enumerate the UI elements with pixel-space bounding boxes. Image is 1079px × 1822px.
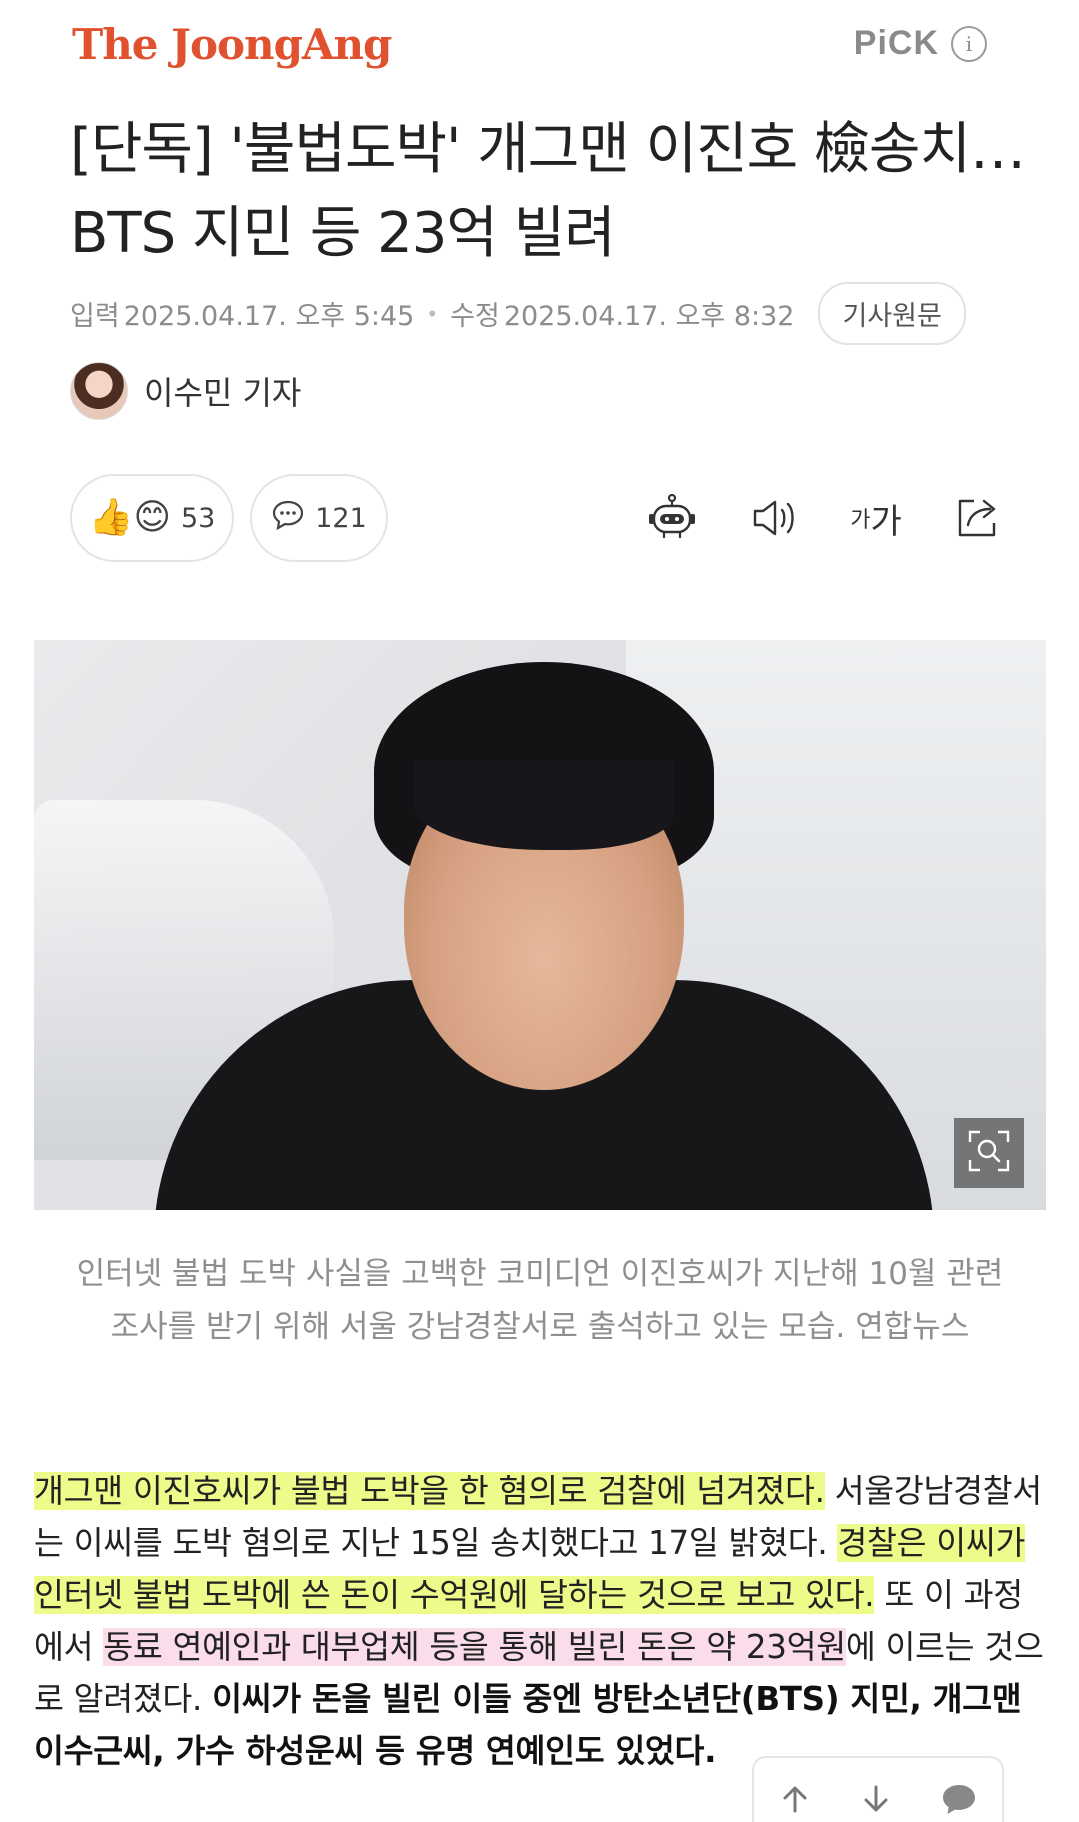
- text-to-speech-button[interactable]: [744, 488, 804, 548]
- author-name[interactable]: 이수민 기자: [144, 368, 301, 414]
- zoom-icon: [966, 1128, 1012, 1178]
- site-logo[interactable]: The JoongAng: [72, 20, 392, 69]
- input-time: 2025.04.17. 오후 5:45: [123, 301, 415, 332]
- reaction-button[interactable]: 👍😊 53: [70, 474, 234, 562]
- floating-navigation: [752, 1756, 1004, 1822]
- font-size-button[interactable]: 가가: [846, 488, 906, 548]
- scroll-down-icon[interactable]: [858, 1781, 894, 1821]
- photo-caption: 인터넷 불법 도박 사실을 고백한 코미디언 이진호씨가 지난해 10월 관련 …: [76, 1256, 1004, 1345]
- article-action-bar: 👍😊 53 121 가가: [70, 474, 1010, 564]
- scroll-up-icon[interactable]: [777, 1781, 813, 1821]
- font-size-small-label: 가: [850, 508, 871, 533]
- app-header: The JoongAng PiCK i: [0, 0, 1079, 92]
- comment-button[interactable]: 121: [250, 474, 388, 562]
- article-highlight-3: 동료 연예인과 대부업체 등을 통해 빌린 돈은 약 23억원: [103, 1628, 846, 1666]
- pick-label: PiCK: [853, 24, 939, 62]
- modified-time: 2025.04.17. 오후 8:32: [503, 301, 795, 332]
- comment-count: 121: [315, 502, 367, 534]
- comment-icon: [271, 499, 305, 538]
- reaction-count: 53: [181, 502, 216, 534]
- share-icon: [954, 495, 1002, 541]
- photo-zoom-button[interactable]: [954, 1118, 1024, 1188]
- comment-bubble-icon[interactable]: [939, 1781, 979, 1821]
- article-highlight-1: 개그맨 이진호씨가 불법 도박을 한 혐의로 검찰에 넘겨졌다.: [34, 1472, 825, 1510]
- input-label: 입력: [70, 301, 120, 332]
- meta-separator: •: [426, 301, 439, 326]
- article-headline: [단독] '불법도박' 개그맨 이진호 檢송치…BTS 지민 등 23억 빌려: [70, 117, 1026, 266]
- speaker-icon: [749, 496, 799, 540]
- font-size-large-label: 가: [870, 501, 902, 542]
- reaction-emoji-icon: 👍😊: [88, 497, 171, 538]
- original-article-button[interactable]: 기사원문: [818, 282, 966, 345]
- share-button[interactable]: [948, 488, 1008, 548]
- article-photo[interactable]: [34, 640, 1046, 1210]
- info-icon[interactable]: i: [951, 25, 987, 62]
- author-info[interactable]: 이수민 기자: [70, 362, 301, 420]
- modified-label: 수정: [450, 301, 500, 332]
- article-body: 개그맨 이진호씨가 불법 도박을 한 혐의로 검찰에 넘겨졌다. 서울강남경찰서…: [34, 1465, 1046, 1777]
- article-meta: 입력 2025.04.17. 오후 5:45 • 수정 2025.04.17. …: [70, 282, 966, 345]
- ai-summary-bot-button[interactable]: [642, 488, 702, 548]
- pick-badge[interactable]: PiCK i: [854, 24, 987, 63]
- robot-icon: [646, 492, 698, 544]
- photo-subject-fringe: [414, 760, 674, 850]
- avatar[interactable]: [70, 362, 128, 420]
